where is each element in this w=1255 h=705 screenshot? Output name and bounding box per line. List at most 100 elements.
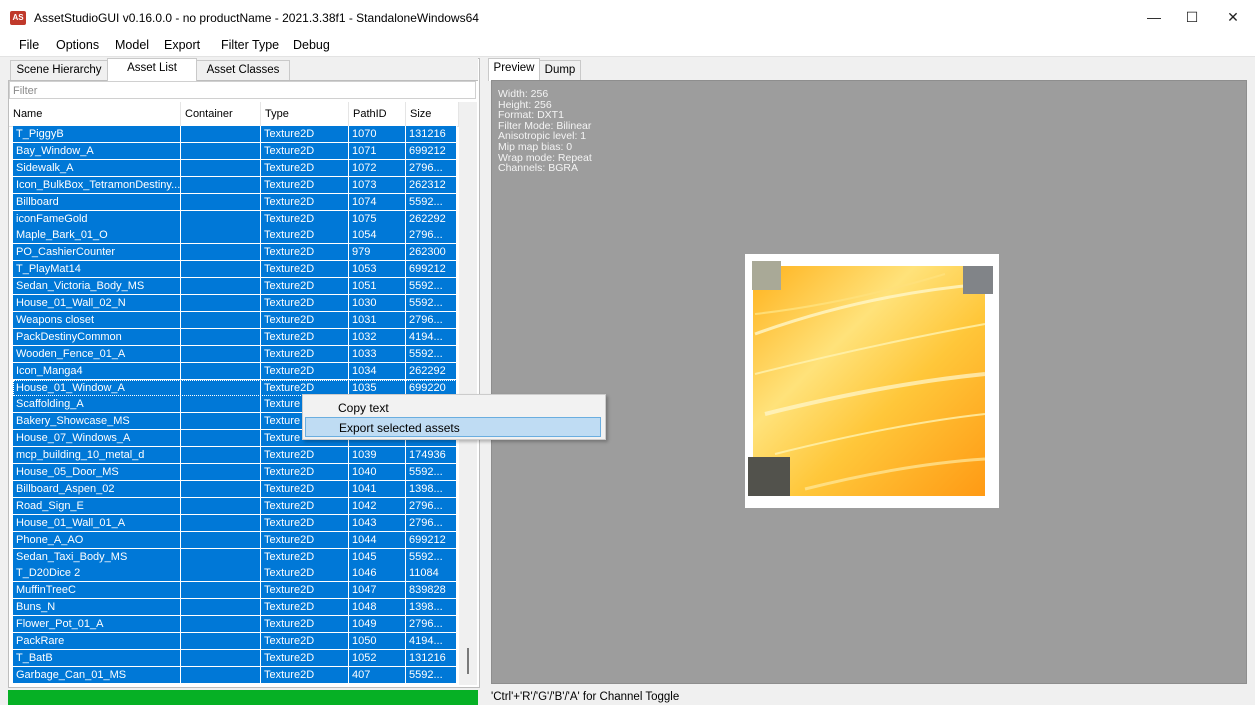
cell-pathid: 979 <box>349 244 406 261</box>
cell-pathid: 1043 <box>349 514 406 531</box>
cell-container <box>181 531 261 548</box>
cell-pathid: 1040 <box>349 464 406 480</box>
cell-container <box>181 497 261 514</box>
cell-container <box>181 447 261 464</box>
progress-bar <box>8 690 478 705</box>
cell-container <box>181 480 261 497</box>
cell-pathid: 1047 <box>349 582 406 599</box>
cell-container <box>181 582 261 599</box>
menu-export[interactable]: Export <box>164 38 200 52</box>
window-title: AssetStudioGUI v0.16.0.0 - no productNam… <box>34 11 479 25</box>
copy-text-menu-item[interactable]: Copy text <box>305 398 601 418</box>
table-row[interactable]: Maple_Bark_01_O Texture2D 1054 2796... <box>13 227 457 244</box>
maximize-button[interactable]: ☐ <box>1173 4 1211 30</box>
cell-pathid: 1031 <box>349 311 406 328</box>
filter-input[interactable]: Filter <box>9 81 476 99</box>
cell-name: MuffinTreeC <box>13 582 181 599</box>
cell-size: 5592... <box>406 666 457 683</box>
cell-size: 2796... <box>406 514 457 531</box>
tab-dump[interactable]: Dump <box>539 60 581 80</box>
cell-type: Texture2D <box>261 126 349 142</box>
context-menu: Copy text Export selected assets <box>302 394 606 440</box>
table-row[interactable]: Road_Sign_E Texture2D 1042 2796... <box>13 497 457 514</box>
export-selected-assets-menu-item[interactable]: Export selected assets <box>305 417 601 437</box>
table-row[interactable]: Flower_Pot_01_A Texture2D 1049 2796... <box>13 616 457 633</box>
cell-size: 2796... <box>406 159 457 176</box>
column-name[interactable]: Name <box>9 102 181 126</box>
cell-container <box>181 142 261 159</box>
menu-model[interactable]: Model <box>115 38 149 52</box>
menu-filter-type[interactable]: Filter Type <box>221 38 279 52</box>
cell-type: Texture2D <box>261 565 349 582</box>
cell-name: T_PlayMat14 <box>13 261 181 278</box>
minimize-button[interactable]: — <box>1135 4 1173 30</box>
menu-options[interactable]: Options <box>56 38 99 52</box>
cell-container <box>181 328 261 345</box>
table-row[interactable]: PackDestinyCommon Texture2D 1032 4194... <box>13 328 457 345</box>
cell-container <box>181 413 261 430</box>
table-row[interactable]: PackRare Texture2D 1050 4194... <box>13 633 457 649</box>
table-row[interactable]: Buns_N Texture2D 1048 1398... <box>13 599 457 616</box>
table-row[interactable]: T_PiggyB Texture2D 1070 131216 <box>13 126 457 142</box>
table-row[interactable]: House_01_Wall_02_N Texture2D 1030 5592... <box>13 295 457 311</box>
tab-asset-list[interactable]: Asset List <box>107 58 197 81</box>
table-row[interactable]: House_01_Wall_01_A Texture2D 1043 2796... <box>13 514 457 531</box>
cell-name: Weapons closet <box>13 311 181 328</box>
cell-container <box>181 514 261 531</box>
cell-name: Sedan_Victoria_Body_MS <box>13 278 181 295</box>
cell-container <box>181 633 261 649</box>
cell-size: 2796... <box>406 311 457 328</box>
cell-type: Texture2D <box>261 616 349 633</box>
cell-type: Texture2D <box>261 227 349 244</box>
table-row[interactable]: MuffinTreeC Texture2D 1047 839828 <box>13 582 457 599</box>
cell-size: 262292 <box>406 362 457 379</box>
menu-file[interactable]: File <box>19 38 39 52</box>
column-size[interactable]: Size <box>406 102 459 126</box>
table-row[interactable]: Weapons closet Texture2D 1031 2796... <box>13 311 457 328</box>
column-container[interactable]: Container <box>181 102 261 126</box>
status-bar: 'Ctrl'+'R'/'G'/'B'/'A' for Channel Toggl… <box>486 688 1255 705</box>
cell-container <box>181 430 261 447</box>
cell-name: iconFameGold <box>13 210 181 227</box>
cell-type: Texture2D <box>261 582 349 599</box>
table-row[interactable]: Sedan_Victoria_Body_MS Texture2D 1051 5592.… <box>13 278 457 295</box>
table-row[interactable]: Sidewalk_A Texture2D 1072 2796... <box>13 159 457 176</box>
cell-container <box>181 295 261 311</box>
table-row[interactable]: mcp_building_10_metal_d Texture2D 1039 1749… <box>13 447 457 464</box>
table-row[interactable]: Icon_Manga4 Texture2D 1034 262292 <box>13 362 457 379</box>
table-row[interactable]: Billboard_Aspen_02 Texture2D 1041 1398... <box>13 480 457 497</box>
column-pathid[interactable]: PathID <box>349 102 406 126</box>
table-row[interactable]: Bay_Window_A Texture2D 1071 699212 <box>13 142 457 159</box>
close-button[interactable]: ✕ <box>1214 4 1252 30</box>
table-row[interactable]: Billboard Texture2D 1074 5592... <box>13 193 457 210</box>
table-row[interactable]: Wooden_Fence_01_A Texture2D 1033 5592... <box>13 345 457 362</box>
menu-debug[interactable]: Debug <box>293 38 330 52</box>
column-type[interactable]: Type <box>261 102 349 126</box>
tab-asset-classes[interactable]: Asset Classes <box>196 60 290 80</box>
tab-preview[interactable]: Preview <box>488 58 540 81</box>
texture-info-line: Filter Mode: Bilinear <box>498 119 592 132</box>
cell-pathid: 1039 <box>349 447 406 464</box>
table-row[interactable]: PO_CashierCounter Texture2D 979 262300 <box>13 244 457 261</box>
table-row[interactable]: Garbage_Can_01_MS Texture2D 407 5592... <box>13 666 457 683</box>
cell-name: Maple_Bark_01_O <box>13 227 181 244</box>
table-row[interactable]: Icon_BulkBox_TetramonDestiny... Texture2D… <box>13 176 457 193</box>
cell-container <box>181 278 261 295</box>
cell-size: 699212 <box>406 531 457 548</box>
table-row[interactable]: Sedan_Taxi_Body_MS Texture2D 1045 5592... <box>13 548 457 565</box>
cell-pathid: 1042 <box>349 497 406 514</box>
cell-size: 5592... <box>406 345 457 362</box>
scrollbar-thumb[interactable] <box>467 648 469 674</box>
table-row[interactable]: T_D20Dice 2 Texture2D 1046 11084 <box>13 565 457 582</box>
app-icon: AS <box>10 11 26 25</box>
cell-type: Texture2D <box>261 531 349 548</box>
cell-size: 262300 <box>406 244 457 261</box>
table-row[interactable]: iconFameGold Texture2D 1075 262292 <box>13 210 457 227</box>
tab-scene-hierarchy[interactable]: Scene Hierarchy <box>10 60 108 80</box>
table-row[interactable]: T_PlayMat14 Texture2D 1053 699212 <box>13 261 457 278</box>
cell-name: Icon_BulkBox_TetramonDestiny... <box>13 176 181 193</box>
cell-name: Phone_A_AO <box>13 531 181 548</box>
table-row[interactable]: Phone_A_AO Texture2D 1044 699212 <box>13 531 457 548</box>
table-row[interactable]: House_05_Door_MS Texture2D 1040 5592... <box>13 464 457 480</box>
table-row[interactable]: T_BatB Texture2D 1052 131216 <box>13 649 457 666</box>
